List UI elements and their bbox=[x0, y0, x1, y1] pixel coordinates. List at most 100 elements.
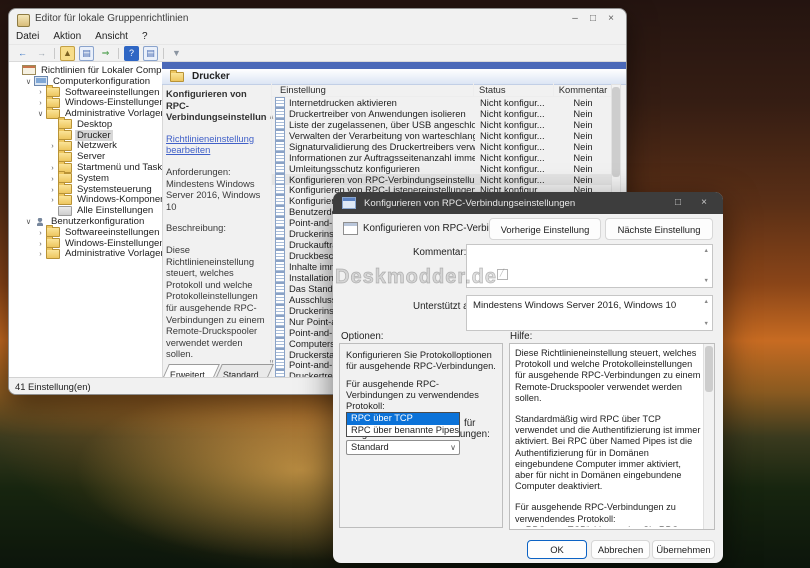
spin-up-icon[interactable]: ▲ bbox=[704, 248, 709, 254]
expander-icon[interactable]: › bbox=[48, 141, 57, 150]
close-button[interactable]: × bbox=[602, 11, 620, 27]
tree-item[interactable]: › Netzwerk bbox=[9, 138, 162, 151]
tab-standard[interactable]: Standard bbox=[215, 364, 274, 380]
scrollbar-thumb[interactable] bbox=[705, 346, 713, 392]
filter-icon[interactable]: ▼ bbox=[169, 46, 184, 61]
tree-item[interactable]: › Windows-Einstellungen bbox=[9, 236, 162, 249]
tree-item[interactable]: › Systemsteuerung bbox=[9, 182, 162, 195]
expander-icon[interactable]: › bbox=[36, 87, 45, 96]
expander-icon[interactable]: ∨ bbox=[36, 109, 45, 118]
policy-doc-icon bbox=[275, 359, 285, 371]
maximize-button[interactable]: □ bbox=[665, 193, 691, 213]
tree-item-label: Richtlinien für Lokaler Computer bbox=[41, 64, 162, 76]
expander-icon[interactable]: › bbox=[36, 98, 45, 107]
next-setting-button[interactable]: Nächste Einstellung bbox=[605, 218, 713, 240]
settings-row[interactable]: Signaturvalidierung des Druckertreibers … bbox=[272, 140, 612, 152]
tree-item[interactable]: Richtlinien für Lokaler Computer bbox=[9, 65, 162, 76]
tree-item[interactable]: ∨ Benutzerkonfiguration bbox=[9, 216, 162, 227]
tree-item[interactable]: › Startmenü und Taskleiste bbox=[9, 160, 162, 173]
settings-row[interactable]: Konfigurieren von RPC-Verbindungseinstel… bbox=[272, 173, 612, 185]
dialog-titlebar[interactable]: Konfigurieren von RPC-Verbindungseinstel… bbox=[333, 192, 723, 214]
expander-icon[interactable]: › bbox=[48, 185, 57, 194]
menu-ansicht[interactable]: Ansicht bbox=[88, 31, 135, 42]
pane-accent-band bbox=[162, 62, 626, 69]
help-scrollbar[interactable] bbox=[703, 344, 714, 529]
setting-name-text: Konfigurieren von RPC-Verbindungseinstel… bbox=[289, 173, 475, 185]
window-icon[interactable]: ▤ bbox=[143, 45, 158, 61]
export-list-icon[interactable]: ⇒ bbox=[98, 46, 113, 61]
settings-row[interactable]: Verwalten der Verarbeitung von warteschl… bbox=[272, 129, 612, 141]
auth-combobox[interactable]: Standard ∨ bbox=[346, 440, 460, 455]
apply-button[interactable]: Übernehmen bbox=[652, 540, 715, 559]
expander-icon[interactable]: ∨ bbox=[24, 217, 33, 226]
setting-comment: Nein bbox=[573, 151, 593, 163]
console-window-icon[interactable]: ▤ bbox=[79, 45, 94, 61]
policy-doc-icon bbox=[275, 162, 285, 174]
back-icon[interactable]: ← bbox=[15, 46, 30, 61]
setting-status: Nicht konfigur... bbox=[480, 129, 545, 141]
scrollbar-thumb[interactable] bbox=[612, 87, 620, 177]
policy-doc-icon bbox=[275, 107, 285, 119]
tree-item[interactable]: › Softwareeinstellungen bbox=[9, 84, 162, 98]
tab-erweitert[interactable]: Erweitert bbox=[163, 364, 220, 380]
expander-icon[interactable]: › bbox=[48, 174, 57, 183]
expander-icon[interactable]: ∨ bbox=[24, 77, 33, 86]
spin-down-icon[interactable]: ▼ bbox=[704, 321, 709, 327]
policy-doc-icon bbox=[275, 151, 285, 163]
tree-item[interactable]: › System bbox=[9, 171, 162, 184]
spin-down-icon[interactable]: ▼ bbox=[704, 278, 709, 284]
menu-?[interactable]: ? bbox=[135, 31, 155, 42]
tree-item-label: Administrative Vorlagen bbox=[65, 108, 163, 120]
expander-icon[interactable]: › bbox=[48, 163, 57, 172]
settings-row[interactable]: Informationen zur Auftragsseitenanzahl i… bbox=[272, 151, 612, 163]
protocol-option[interactable]: RPC über benannte Pipes bbox=[347, 425, 459, 437]
menu-datei[interactable]: Datei bbox=[9, 31, 46, 42]
expander-icon[interactable]: › bbox=[36, 249, 45, 258]
settings-row[interactable]: Druckertreiber von Anwendungen isolieren… bbox=[272, 107, 612, 119]
expander-icon[interactable]: › bbox=[48, 195, 57, 204]
column-kommentar[interactable]: Kommentar bbox=[554, 84, 612, 95]
maximize-button[interactable]: □ bbox=[584, 11, 602, 27]
spin-up-icon[interactable]: ▲ bbox=[704, 299, 709, 305]
tree-item[interactable]: Drucker bbox=[9, 128, 162, 141]
setting-status: Nicht konfigur... bbox=[480, 173, 545, 185]
comment-textarea[interactable]: ▲ ▼ bbox=[466, 244, 713, 288]
column-einstellung[interactable]: Einstellung bbox=[272, 83, 474, 96]
setting-name-text: Verwalten der Verarbeitung von warteschl… bbox=[289, 129, 475, 141]
expander-icon[interactable]: › bbox=[36, 228, 45, 237]
supported-on-box[interactable]: Mindestens Windows Server 2016, Windows … bbox=[466, 295, 713, 331]
close-button[interactable]: × bbox=[691, 193, 717, 213]
protocol-option[interactable]: RPC über TCP bbox=[347, 413, 459, 425]
tree-item[interactable]: Server bbox=[9, 149, 162, 162]
forward-icon[interactable]: → bbox=[34, 46, 49, 61]
tree-item[interactable]: › Softwareeinstellungen bbox=[9, 225, 162, 238]
policy-doc-icon bbox=[275, 118, 285, 130]
window-titlebar[interactable]: Editor für lokale Gruppenrichtlinien – □ × bbox=[9, 9, 626, 29]
tree-item[interactable]: › Windows-Komponenten bbox=[9, 192, 162, 205]
settings-row[interactable]: Umleitungsschutz konfigurieren Nicht konf… bbox=[272, 162, 612, 174]
tree-item[interactable]: › Windows-Einstellungen bbox=[9, 95, 162, 108]
cancel-button[interactable]: Abbrechen bbox=[591, 540, 650, 559]
minimize-button[interactable]: – bbox=[566, 11, 584, 27]
tree-item[interactable]: ∨ Administrative Vorlagen bbox=[9, 106, 163, 120]
setting-name: Liste der zugelassenen, über USB angesch… bbox=[272, 118, 475, 130]
tree-item[interactable]: › Administrative Vorlagen bbox=[9, 246, 163, 260]
previous-setting-button[interactable]: Vorherige Einstellung bbox=[489, 218, 601, 240]
up-level-folder-icon[interactable]: ▲ bbox=[60, 45, 75, 61]
ok-button[interactable]: OK bbox=[527, 540, 587, 559]
tree-item-label: Alle Einstellungen bbox=[77, 205, 154, 217]
help-icon[interactable]: ? bbox=[124, 45, 139, 61]
column-status[interactable]: Status bbox=[474, 83, 554, 96]
options-description: Konfigurieren Sie Protokolloptionen für … bbox=[346, 350, 496, 371]
tree-item[interactable]: ∨ Computerkonfiguration bbox=[9, 76, 162, 87]
tree-item[interactable]: Desktop bbox=[9, 117, 162, 130]
settings-row[interactable]: Internetdrucken aktivieren Nicht konfigur… bbox=[272, 97, 612, 108]
tree-item-label: Administrative Vorlagen bbox=[65, 248, 163, 260]
settings-row[interactable]: Liste der zugelassenen, über USB angesch… bbox=[272, 118, 612, 130]
expander-icon[interactable]: › bbox=[36, 239, 45, 248]
tree-item-label: Drucker bbox=[75, 129, 113, 141]
tree-item[interactable]: Alle Einstellungen bbox=[9, 205, 162, 216]
edit-policy-link[interactable]: Richtlinieneinstellung bearbeiten bbox=[166, 133, 267, 156]
menu-aktion[interactable]: Aktion bbox=[46, 31, 88, 42]
folder-icon bbox=[170, 69, 184, 82]
